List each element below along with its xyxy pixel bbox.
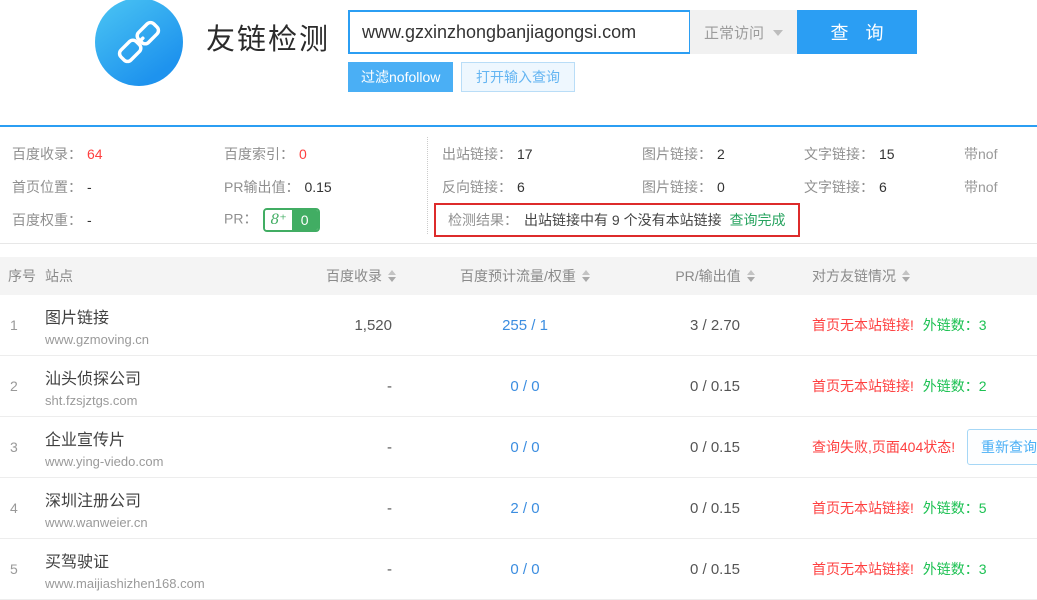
stat-text-links-out: 文字链接：15 xyxy=(804,144,964,164)
pr-output-value: 0 / 0.15 xyxy=(640,500,790,517)
stat-home-position: 首页位置：- xyxy=(12,177,224,197)
baidu-included-value: - xyxy=(300,378,410,395)
table-row: 3 企业宣传片 www.ying-viedo.com - 0 / 0 0 / 0… xyxy=(0,417,1037,478)
url-input[interactable] xyxy=(348,10,690,54)
stat-outbound-links: 出站链接：17 xyxy=(442,144,642,164)
pr-output-value: 0 / 0.15 xyxy=(640,378,790,395)
link-status-cell: 查询失败,页面404状态! 重新查询 xyxy=(790,429,1037,465)
query-button[interactable]: 查 询 xyxy=(797,10,917,54)
outlink-count-text: 外链数：3 xyxy=(923,317,987,333)
page-title: 友链检测 xyxy=(206,16,330,58)
detection-result-row: 检测结果：出站链接中有 9 个没有本站链接 查询完成 xyxy=(442,203,1037,237)
link-status-cell: 首页无本站链接! 外链数：5 xyxy=(790,498,1037,518)
page-header: 友链检测 正常访问 查 询 过滤nofollow 打开输入查询 xyxy=(0,0,1037,125)
row-seq: 1 xyxy=(0,317,45,333)
stat-image-links-out: 图片链接：2 xyxy=(642,144,804,164)
site-domain: www.wanweier.cn xyxy=(45,515,300,530)
stat-text-links-back: 文字链接：6 xyxy=(804,177,964,197)
site-cell: 深圳注册公司 www.wanweier.cn xyxy=(45,487,300,530)
site-cell: 买驾驶证 www.maijiashizhen168.com xyxy=(45,548,300,591)
status-warning-text: 首页无本站链接! xyxy=(812,500,914,516)
status-warning-text: 首页无本站链接! xyxy=(812,317,914,333)
detection-result-alert-box: 检测结果：出站链接中有 9 个没有本站链接 查询完成 xyxy=(434,203,800,237)
pr-output-value: 0 / 0.15 xyxy=(640,439,790,456)
traffic-weight-link[interactable]: 2 / 0 xyxy=(410,500,640,517)
pr-output-value: 3 / 2.70 xyxy=(640,317,790,334)
stat-backlinks: 反向链接：6 xyxy=(442,177,642,197)
pr-output-value: 0 / 0.15 xyxy=(640,561,790,578)
stats-left-group: 百度收录：64 百度索引：0 首页位置：- PR输出值：0.15 百度权重：- … xyxy=(0,137,428,234)
column-header-traffic-weight[interactable]: 百度预计流量/权重 xyxy=(410,266,640,286)
stat-pr-output: PR输出值：0.15 xyxy=(224,177,427,197)
column-header-pr-output[interactable]: PR/输出值 xyxy=(640,266,790,286)
stat-nofollow-out-truncated: 带nof xyxy=(964,144,1037,164)
traffic-weight-link[interactable]: 255 / 1 xyxy=(410,317,640,334)
filter-nofollow-button[interactable]: 过滤nofollow xyxy=(348,62,453,92)
site-cell: 企业宣传片 www.ying-viedo.com xyxy=(45,426,300,469)
stat-baidu-included: 百度收录：64 xyxy=(12,144,224,164)
pagerank-badge: 8⁺0 xyxy=(263,208,319,232)
status-warning-text: 首页无本站链接! xyxy=(812,378,914,394)
status-warning-text: 首页无本站链接! xyxy=(812,561,914,577)
access-mode-select[interactable]: 正常访问 xyxy=(690,10,797,54)
site-name-link[interactable]: 图片链接 xyxy=(45,304,300,328)
site-domain: www.gzmoving.cn xyxy=(45,332,300,347)
row-seq: 2 xyxy=(0,378,45,394)
sort-icon[interactable] xyxy=(902,270,910,282)
table-header: 序号 站点 百度收录 百度预计流量/权重 PR/输出值 对方友链情况 xyxy=(0,257,1037,295)
baidu-included-value: - xyxy=(300,561,410,578)
sort-icon[interactable] xyxy=(388,270,396,282)
site-domain: www.maijiashizhen168.com xyxy=(45,576,300,591)
traffic-weight-link[interactable]: 0 / 0 xyxy=(410,561,640,578)
baidu-included-value: 1,520 xyxy=(300,317,410,334)
table-row: 1 图片链接 www.gzmoving.cn 1,520 255 / 1 3 /… xyxy=(0,295,1037,356)
table-body: 1 图片链接 www.gzmoving.cn 1,520 255 / 1 3 /… xyxy=(0,295,1037,600)
column-header-site: 站点 xyxy=(45,266,300,286)
query-complete-link[interactable]: 查询完成 xyxy=(729,212,785,228)
traffic-weight-link[interactable]: 0 / 0 xyxy=(410,439,640,456)
table-row: 5 买驾驶证 www.maijiashizhen168.com - 0 / 0 … xyxy=(0,539,1037,600)
outlink-count-text: 外链数：3 xyxy=(923,561,987,577)
site-name-link[interactable]: 企业宣传片 xyxy=(45,426,300,450)
stat-pagerank: PR：8⁺0 xyxy=(224,208,427,232)
link-status-cell: 首页无本站链接! 外链数：3 xyxy=(790,315,1037,335)
stat-nofollow-back-truncated: 带nof xyxy=(964,177,1037,197)
row-seq: 5 xyxy=(0,561,45,577)
row-seq: 4 xyxy=(0,500,45,516)
stat-image-links-back: 图片链接：0 xyxy=(642,177,804,197)
site-cell: 汕头侦探公司 sht.fzsjztgs.com xyxy=(45,365,300,408)
site-name-link[interactable]: 汕头侦探公司 xyxy=(45,365,300,389)
traffic-weight-link[interactable]: 0 / 0 xyxy=(410,378,640,395)
column-header-seq: 序号 xyxy=(0,266,45,286)
stat-baidu-weight: 百度权重：- xyxy=(12,210,224,230)
chevron-down-icon xyxy=(773,30,783,41)
column-header-baidu-included[interactable]: 百度收录 xyxy=(300,266,410,286)
outlink-count-text: 外链数：5 xyxy=(923,500,987,516)
link-status-cell: 首页无本站链接! 外链数：2 xyxy=(790,376,1037,396)
stats-panel: 百度收录：64 百度索引：0 首页位置：- PR输出值：0.15 百度权重：- … xyxy=(0,125,1037,244)
site-cell: 图片链接 www.gzmoving.cn xyxy=(45,304,300,347)
outlink-count-text: 外链数：2 xyxy=(923,378,987,394)
column-header-link-status[interactable]: 对方友链情况 xyxy=(790,266,1037,286)
table-row: 4 深圳注册公司 www.wanweier.cn - 2 / 0 0 / 0.1… xyxy=(0,478,1037,539)
row-seq: 3 xyxy=(0,439,45,455)
site-domain: www.ying-viedo.com xyxy=(45,454,300,469)
baidu-included-value: - xyxy=(300,500,410,517)
baidu-included-value: - xyxy=(300,439,410,456)
chain-link-logo-icon xyxy=(95,0,183,86)
sort-icon[interactable] xyxy=(582,270,590,282)
site-name-link[interactable]: 深圳注册公司 xyxy=(45,487,300,511)
stats-right-group: 出站链接：17 图片链接：2 文字链接：15 带nof 反向链接：6 图片链接：… xyxy=(428,137,1037,234)
site-domain: sht.fzsjztgs.com xyxy=(45,393,300,408)
open-input-query-button[interactable]: 打开输入查询 xyxy=(461,62,575,92)
link-status-cell: 首页无本站链接! 外链数：3 xyxy=(790,559,1037,579)
sort-icon[interactable] xyxy=(747,270,755,282)
status-warning-text: 查询失败,页面404状态! xyxy=(812,439,955,455)
site-name-link[interactable]: 买驾驶证 xyxy=(45,548,300,572)
access-mode-label: 正常访问 xyxy=(704,22,764,43)
stat-baidu-index: 百度索引：0 xyxy=(224,144,427,164)
requery-button[interactable]: 重新查询 xyxy=(967,429,1037,465)
table-row: 2 汕头侦探公司 sht.fzsjztgs.com - 0 / 0 0 / 0.… xyxy=(0,356,1037,417)
google-pr-icon: 8⁺ xyxy=(265,210,291,230)
